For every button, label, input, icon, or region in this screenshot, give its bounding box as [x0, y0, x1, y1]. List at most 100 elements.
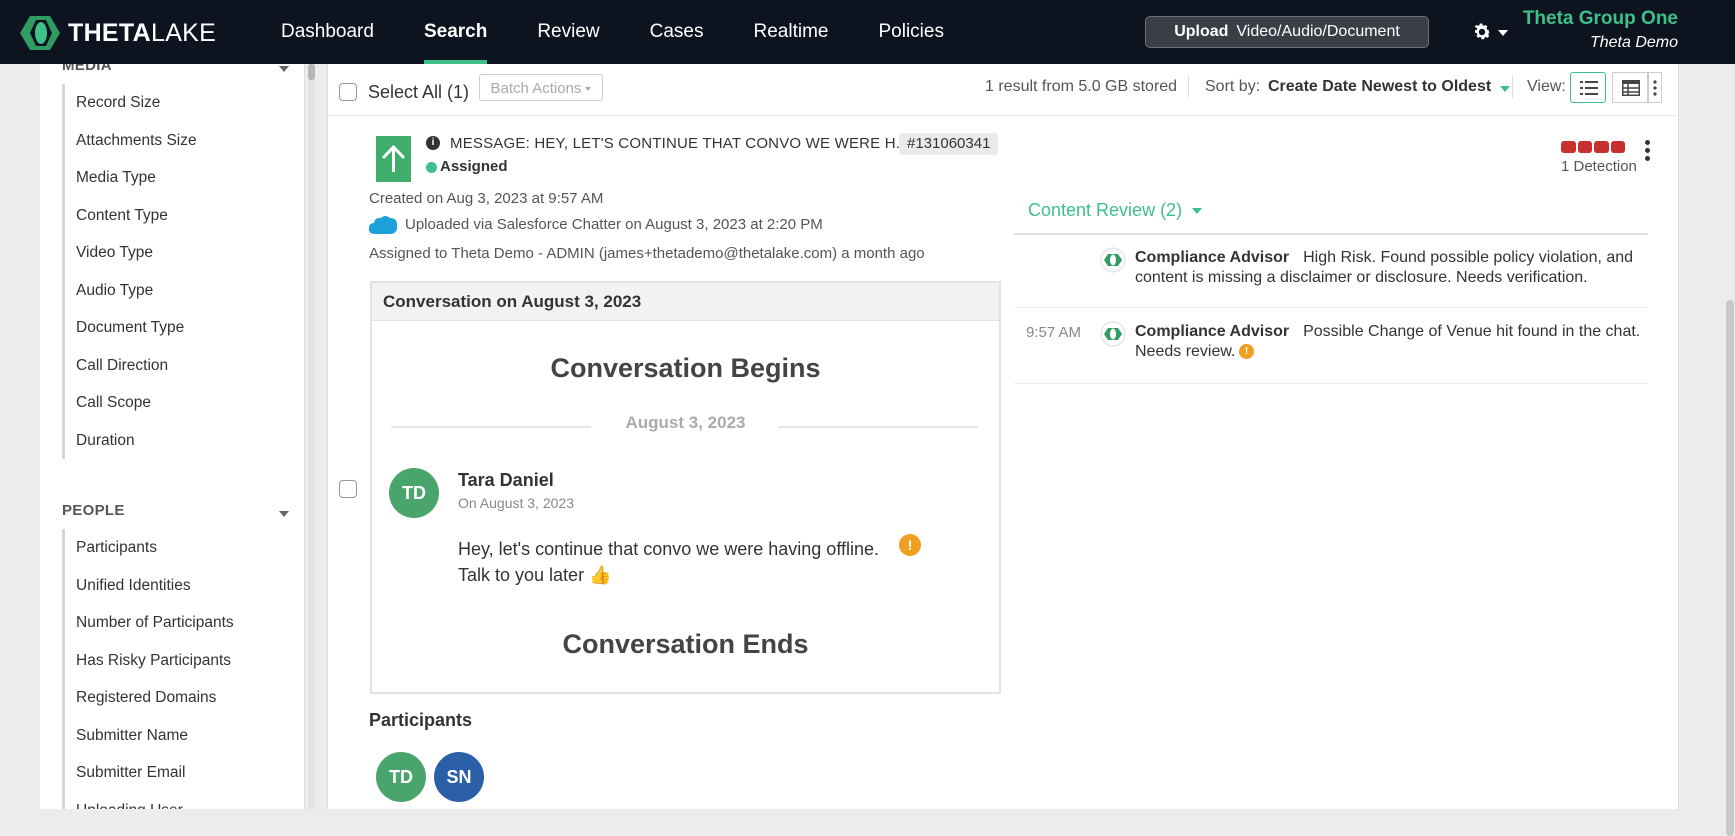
participant-avatar[interactable]: TD: [376, 752, 426, 802]
filter-participants[interactable]: Participants: [65, 529, 285, 567]
media-collapse-caret-icon[interactable]: [279, 66, 289, 72]
warning-icon[interactable]: !: [1239, 344, 1254, 359]
risk-meter: [1561, 141, 1625, 153]
settings-caret-icon[interactable]: [1498, 30, 1508, 36]
finding-divider: [1014, 383, 1648, 384]
sort-label: Sort by:: [1205, 78, 1261, 95]
toolbar-divider: [1512, 76, 1513, 98]
salesforce-cloud-icon: [368, 216, 398, 234]
thetalake-logo-icon: [20, 16, 60, 50]
sort-dropdown[interactable]: Create Date Newest to Oldest: [1268, 78, 1491, 96]
filter-call-scope[interactable]: Call Scope: [65, 384, 285, 422]
people-filter-list: Participants Unified Identities Number o…: [62, 529, 285, 809]
filter-submitter-email[interactable]: Submitter Email: [65, 754, 285, 792]
warning-icon[interactable]: !: [899, 534, 921, 556]
filter-content-type[interactable]: Content Type: [65, 197, 285, 235]
nav-realtime[interactable]: Realtime: [729, 0, 854, 64]
result-count: 1 result from 5.0 GB stored: [985, 78, 1178, 95]
gear-icon[interactable]: [1471, 21, 1493, 43]
content-review-finding[interactable]: Compliance Advisor Possible Change of Ven…: [1135, 322, 1645, 362]
filter-submitter-name[interactable]: Submitter Name: [65, 717, 285, 755]
view-label: View:: [1527, 78, 1566, 95]
people-section-title[interactable]: PEOPLE: [62, 502, 125, 519]
conversation-date: August 3, 2023: [625, 413, 746, 432]
thetalake-logo[interactable]: THETALAKE: [20, 16, 216, 50]
content-review-finding[interactable]: Compliance Advisor High Risk. Found possi…: [1135, 248, 1645, 288]
filter-unified-identities[interactable]: Unified Identities: [65, 567, 285, 605]
list-view-button[interactable]: [1570, 72, 1606, 103]
message-date: On August 3, 2023: [458, 495, 574, 511]
filter-call-direction[interactable]: Call Direction: [65, 347, 285, 385]
upload-source: Uploaded via Salesforce Chatter on Augus…: [405, 216, 823, 233]
filter-has-risky-participants[interactable]: Has Risky Participants: [65, 642, 285, 680]
nav-dashboard[interactable]: Dashboard: [256, 0, 399, 64]
view-options-button[interactable]: [1648, 72, 1662, 103]
message-text-line1: Hey, let's continue that convo we were h…: [458, 539, 880, 559]
upload-arrow-icon: [381, 144, 406, 172]
page-scroll-thumb[interactable]: [1726, 300, 1734, 836]
select-all-label[interactable]: Select All (1): [368, 82, 469, 103]
filter-sidebar: MEDIA Record Size Attachments Size Media…: [40, 64, 305, 809]
filter-uploading-user[interactable]: Uploading User: [65, 792, 285, 810]
toolbar-divider: [1188, 76, 1189, 98]
sidebar-scroll-thumb[interactable]: [308, 64, 315, 80]
filter-attachments-size[interactable]: Attachments Size: [65, 122, 285, 160]
compliance-advisor-icon: [1100, 247, 1126, 273]
sort-caret-icon[interactable]: [1500, 86, 1510, 92]
filter-video-type[interactable]: Video Type: [65, 234, 285, 272]
status-dot-icon: [426, 162, 437, 173]
record-type-icon: [376, 136, 411, 182]
filter-media-type[interactable]: Media Type: [65, 159, 285, 197]
conversation-panel: Conversation on August 3, 2023 Conversat…: [370, 281, 1001, 694]
people-collapse-caret-icon[interactable]: [279, 511, 289, 517]
content-review-divider: [1014, 233, 1648, 235]
message-sender[interactable]: Tara Daniel: [458, 470, 554, 491]
table-view-button[interactable]: [1612, 72, 1648, 103]
finding-divider: [1014, 307, 1648, 308]
record-menu-icon[interactable]: [1645, 140, 1651, 162]
filter-record-size[interactable]: Record Size: [65, 84, 285, 122]
content-review-caret-icon[interactable]: [1192, 208, 1202, 214]
participant-avatar[interactable]: SN: [434, 752, 484, 802]
conversation-ends-title: Conversation Ends: [562, 629, 809, 659]
filter-number-of-participants[interactable]: Number of Participants: [65, 604, 285, 642]
vertical-dots-icon: [1653, 80, 1657, 96]
message-text-line2: Talk to you later 👍: [458, 565, 612, 585]
record-id-badge[interactable]: #131060341: [899, 133, 999, 155]
assignment-info: Assigned to Theta Demo - ADMIN (james+th…: [369, 245, 925, 262]
logo-text: THETALAKE: [68, 18, 217, 47]
record-title[interactable]: MESSAGE: HEY, LET'S CONTINUE THAT CONVO …: [450, 135, 909, 152]
page-scrollbar[interactable]: [1725, 64, 1735, 836]
filter-duration[interactable]: Duration: [65, 422, 285, 460]
select-all-checkbox[interactable]: [339, 83, 357, 101]
upload-button[interactable]: Upload Video/Audio/Document: [1145, 16, 1429, 48]
content-review-toggle[interactable]: Content Review (2): [1028, 200, 1182, 221]
filter-registered-domains[interactable]: Registered Domains: [65, 679, 285, 717]
top-navbar: THETALAKE Dashboard Search Review Cases …: [0, 0, 1735, 64]
info-icon[interactable]: i: [426, 136, 440, 150]
detection-count: 1 Detection: [1561, 158, 1637, 175]
compliance-advisor-icon: [1100, 321, 1126, 347]
finding-time: 9:57 AM: [1026, 324, 1082, 341]
avatar[interactable]: TD: [389, 468, 439, 518]
nav-review[interactable]: Review: [512, 0, 624, 64]
nav-cases[interactable]: Cases: [625, 0, 729, 64]
org-name[interactable]: Theta Group One: [1523, 8, 1678, 30]
batch-actions-caret-icon: [585, 87, 592, 92]
table-view-icon: [1622, 80, 1640, 96]
record-select-checkbox[interactable]: [339, 480, 357, 498]
media-filter-list: Record Size Attachments Size Media Type …: [62, 84, 285, 459]
sidebar-scrollbar[interactable]: [308, 64, 315, 809]
nav-search[interactable]: Search: [399, 0, 512, 64]
nav-policies[interactable]: Policies: [853, 0, 968, 64]
media-section-title[interactable]: MEDIA: [62, 64, 112, 74]
toolbar-divider-line: [328, 115, 1676, 116]
participants-title: Participants: [369, 710, 473, 730]
record-status: Assigned: [440, 158, 508, 175]
filter-document-type[interactable]: Document Type: [65, 309, 285, 347]
main-nav: Dashboard Search Review Cases Realtime P…: [256, 0, 969, 64]
created-date: Created on Aug 3, 2023 at 9:57 AM: [369, 190, 604, 207]
filter-audio-type[interactable]: Audio Type: [65, 272, 285, 310]
conversation-header: Conversation on August 3, 2023: [372, 283, 999, 321]
batch-actions-button[interactable]: Batch Actions: [479, 74, 603, 101]
